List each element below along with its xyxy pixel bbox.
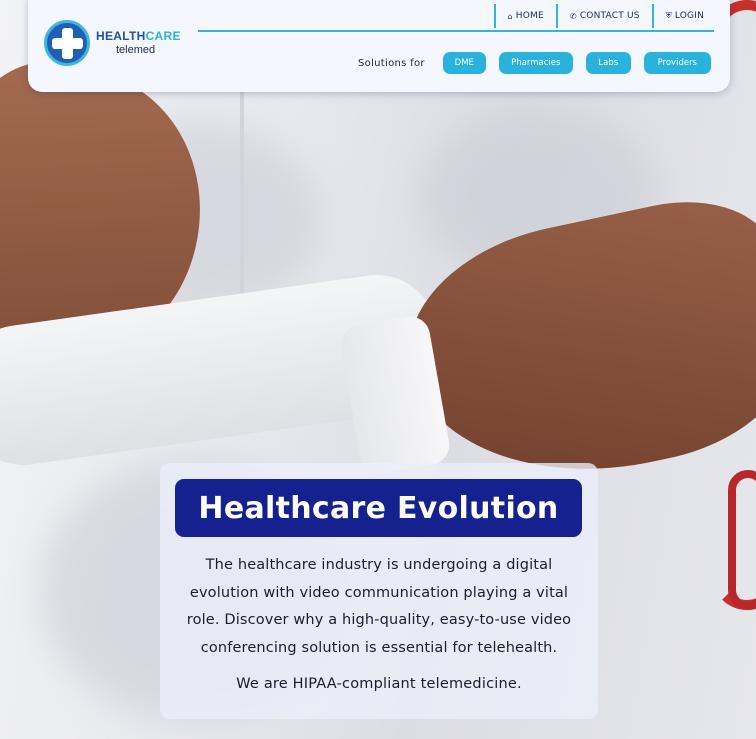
header-divider	[198, 30, 714, 32]
medical-cross-icon	[44, 20, 90, 66]
home-icon: ⌂	[507, 11, 513, 21]
brand-logo[interactable]: HEALTHCARE telemed	[44, 20, 181, 66]
nav-contact-link[interactable]: ✆ CONTACT US	[558, 11, 652, 21]
nav-home-link[interactable]: ⌂ HOME	[496, 11, 556, 21]
nav-login-link[interactable]: ⛨ LOGIN	[654, 11, 716, 21]
solution-providers-button[interactable]: Providers	[643, 52, 711, 74]
hero-description: The healthcare industry is undergoing a …	[186, 557, 572, 656]
shield-icon: ⛨	[665, 11, 672, 20]
solutions-bar: Solutions for DME Pharmacies Labs Provid…	[358, 52, 724, 74]
brand-tagline: telemed	[116, 44, 156, 56]
top-navigation: ⌂ HOME ✆ CONTACT US ⛨ LOGIN	[493, 4, 716, 28]
stethoscope-tube	[728, 470, 756, 610]
hero-card: Healthcare Evolution The healthcare indu…	[160, 463, 598, 719]
solutions-label: Solutions for	[358, 57, 425, 69]
solution-dme-button[interactable]: DME	[442, 52, 486, 74]
hero-title: Healthcare Evolution	[175, 479, 582, 537]
solution-labs-button[interactable]: Labs	[585, 52, 631, 74]
solution-pharmacies-button[interactable]: Pharmacies	[498, 52, 573, 74]
hipaa-note: We are HIPAA-compliant telemedicine.	[236, 676, 522, 692]
site-header: HEALTHCARE telemed ⌂ HOME ✆ CONTACT US ⛨…	[28, 0, 730, 92]
phone-icon: ✆	[569, 11, 577, 21]
brand-name: HEALTHCARE	[96, 29, 181, 43]
